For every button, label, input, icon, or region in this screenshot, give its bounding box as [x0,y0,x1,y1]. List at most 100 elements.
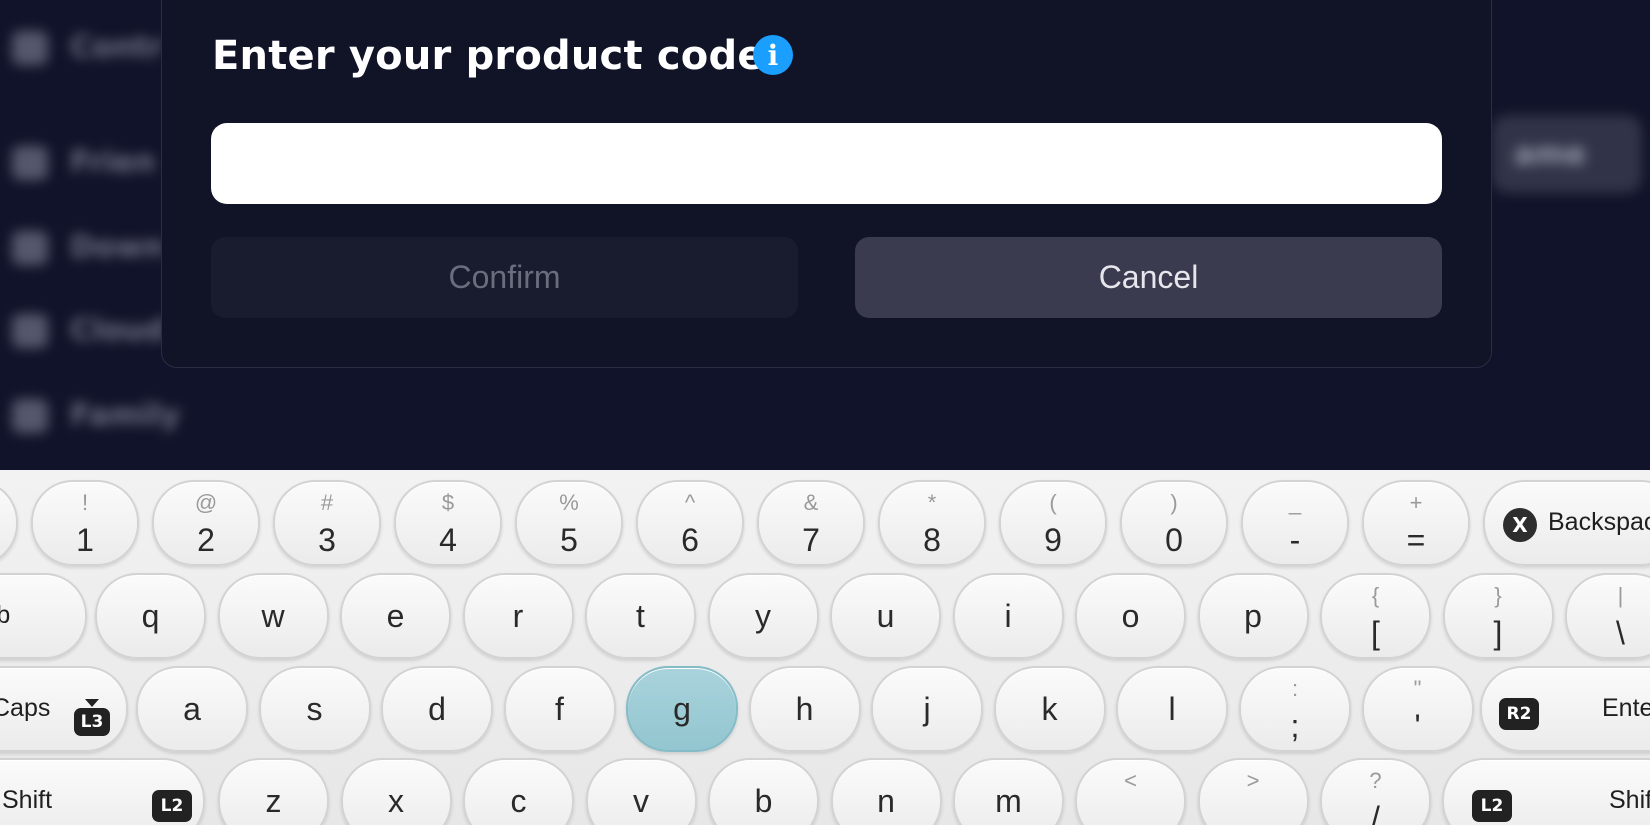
key-legend: w [261,598,285,634]
key-t[interactable]: t [585,573,696,659]
key-2[interactable]: @2 [152,480,260,566]
key-comma[interactable]: <, [1075,758,1186,825]
cancel-button[interactable]: Cancel [855,237,1442,318]
key-s[interactable]: s [258,666,371,752]
key-9[interactable]: (9 [999,480,1107,566]
tab-label: Tab [0,601,11,629]
key-shift-legend: _ [1288,490,1302,515]
key--[interactable]: _ - [1241,480,1349,566]
family-icon [12,398,48,433]
key-shift-legend: ( [1049,490,1057,515]
key-shift-legend: * [927,490,937,515]
key-legend: i [1004,598,1012,634]
key-r[interactable]: r [462,573,574,659]
key-legend: c [510,783,527,819]
key-shift-legend: } [1494,583,1502,608]
key-legend: l [1168,691,1176,727]
key-j[interactable]: j [871,666,983,752]
key-o[interactable]: o [1075,573,1186,659]
key-right-bracket[interactable]: }] [1442,573,1554,659]
key-q[interactable]: q [95,573,206,659]
key-=[interactable]: + = [1362,480,1470,566]
x-button-icon: X [1503,508,1537,542]
dialog-title: Enter your product code [212,33,765,79]
enter-label: Enter [1602,694,1650,722]
key-6[interactable]: ^ 6 [636,480,744,566]
key-shift-legend: { [1371,583,1380,608]
key-5[interactable]: % 5 [515,480,623,566]
key-legend: y [755,598,771,634]
key-slash[interactable]: ? / [1320,758,1431,825]
key-1[interactable]: ! 1 [31,480,139,566]
info-icon[interactable]: i [753,35,793,75]
key-7[interactable]: & 7 [757,480,865,566]
key-3[interactable]: #3 [273,480,381,566]
product-code-input[interactable] [211,123,1442,204]
key-k[interactable]: k [993,666,1106,752]
key-legend: 9 [1044,522,1062,558]
key-n[interactable]: n [830,758,942,825]
backspace-key[interactable]: X Backspace [1483,480,1650,566]
tab-key[interactable]: Tab [0,573,87,659]
key-g[interactable]: g [626,666,738,752]
key-b[interactable]: b [708,758,819,825]
key-d[interactable]: d [381,666,493,752]
key-legend: f [555,691,564,727]
key-legend: n [877,783,895,819]
key-shift-legend: ~ [0,490,16,516]
background-menu-item: Down [12,230,165,265]
key-quote[interactable]: " ' [1361,666,1474,752]
key-e[interactable]: e [340,573,451,659]
key-w[interactable]: w [217,573,329,659]
key-backtick[interactable]: ~` [0,480,18,566]
confirm-button[interactable]: Confirm [211,237,798,318]
key-shift-legend: | [1617,583,1624,608]
key-legend: - [1289,522,1301,558]
key-shift-legend: > [1246,768,1260,793]
key-4[interactable]: $4 [394,480,502,566]
key-y[interactable]: y [707,573,819,659]
key-legend: q [141,598,160,634]
background-menu-label: Contr [70,30,164,65]
on-screen-keyboard: ~`!1@2#3$4%5^6&7*8(9)0_-+=XBackspaceTabq… [0,470,1650,825]
key-legend: / [1371,800,1380,825]
key-f[interactable]: f [503,666,616,752]
shift-label: Shift [1609,786,1650,814]
key-p[interactable]: p [1197,573,1309,659]
key-legend: o [1121,598,1140,634]
key-legend: z [265,783,282,819]
key-backslash[interactable]: | \ [1565,573,1650,659]
right-shift-key[interactable]: L2 Shift [1442,758,1650,825]
key-u[interactable]: u [830,573,941,659]
key-shift-legend: < [1124,768,1137,793]
key-z[interactable]: z [218,758,329,825]
key-legend: v [633,783,649,819]
cloud-icon [12,313,48,348]
background-menu-item: Frien [12,145,155,180]
key-shift-legend: " [1413,676,1422,701]
key-0[interactable]: ) 0 [1120,480,1228,566]
key-a[interactable]: a [136,666,248,752]
key-h[interactable]: h [748,666,861,752]
key-left-bracket[interactable]: {[ [1320,573,1431,659]
key-l[interactable]: l [1116,666,1228,752]
left-shift-key[interactable]: Shift L2 [0,758,205,825]
key-x[interactable]: x [340,758,452,825]
key-legend: e [386,598,405,634]
key-legend: \ [1616,615,1625,651]
key-i[interactable]: i [952,573,1064,659]
key-shift-legend: + [1409,490,1423,515]
key-m[interactable]: m [953,758,1064,825]
download-icon [12,230,48,265]
background-menu-label: Cloud [70,313,166,348]
key-period[interactable]: >. [1197,758,1309,825]
enter-key[interactable]: R2 Enter [1480,666,1650,752]
key-semicolon[interactable]: :; [1239,666,1351,752]
key-legend: ` [0,522,16,559]
key-8[interactable]: * 8 [878,480,986,566]
caps-lock-key[interactable]: Caps L3 [0,666,128,752]
key-c[interactable]: c [463,758,574,825]
background-button: ame [1492,115,1642,193]
key-v[interactable]: v [585,758,697,825]
background-menu-item: Family [12,398,180,433]
